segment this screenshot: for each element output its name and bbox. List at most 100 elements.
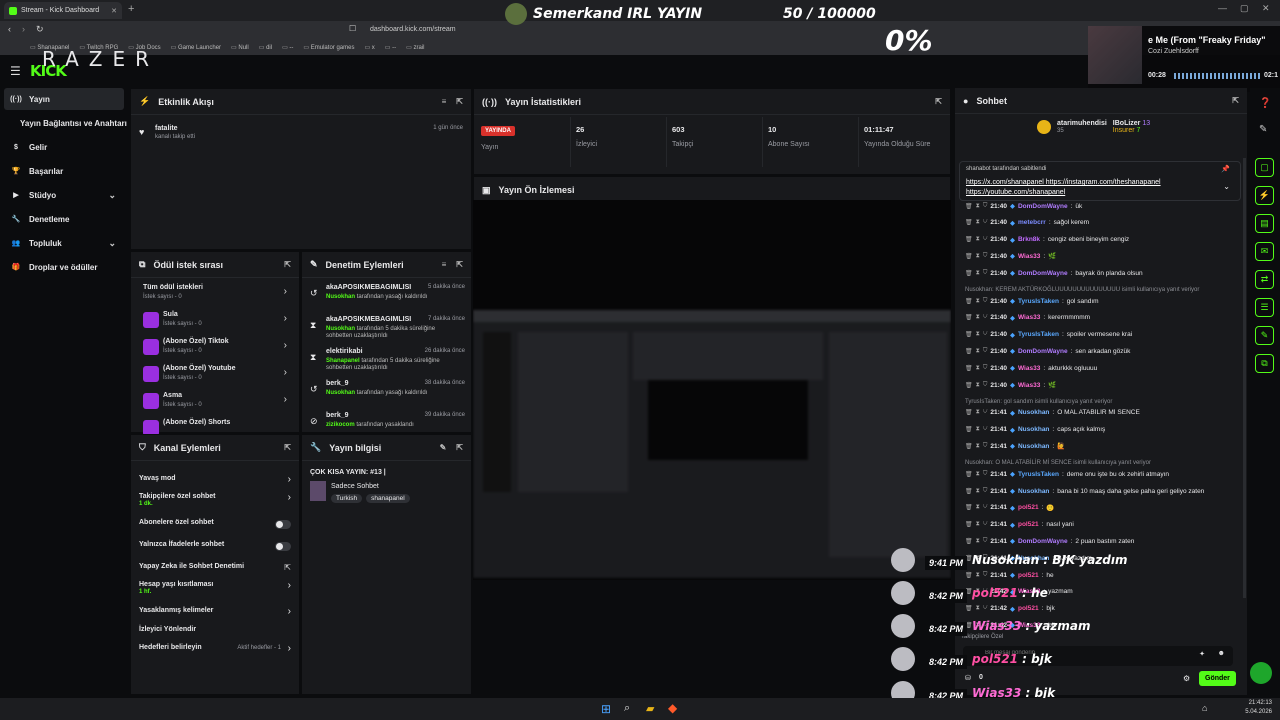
tag-chip[interactable]: Turkish [331,494,363,503]
filter-icon[interactable]: ≡ [442,97,447,106]
channel-action-item[interactable]: Yavaş mod › [139,474,291,491]
chevron-right-icon[interactable]: › [288,492,291,503]
message-user[interactable]: pol521 [1018,521,1039,528]
sidebar-item-7[interactable]: 🎁 Droplar ve ödüller [4,256,124,278]
popout-icon[interactable]: ⇱ [1232,96,1239,105]
sidebar-item-3[interactable]: 🏆 Başarılar [4,160,124,182]
kick-helper-icon[interactable] [1250,662,1272,684]
chat-message[interactable]: 🗑 ⧗ ⛉ 21:40 ◆ DomDomWayne: ük [965,202,1237,211]
timeout-icon[interactable]: ⧗ [976,382,980,389]
message-user[interactable]: TyrusIsTaken [1018,471,1059,478]
delete-icon[interactable]: 🗑 [965,219,973,226]
sidebar-item-4[interactable]: ▶ Stüdyo ⌄ [4,184,124,206]
ban-icon[interactable]: ⛉ [983,270,988,277]
forward-icon[interactable]: › [22,24,25,34]
sidebar-item-5[interactable]: 🔧 Denetleme [4,208,124,230]
ban-icon[interactable]: ⛉ [983,298,988,305]
timeout-icon[interactable]: ⧗ [976,219,980,226]
chevron-right-icon[interactable]: › [288,474,291,485]
channel-action-item[interactable]: Hedefleri belirleyin Aktif hedefler - 1 › [139,643,291,660]
clock-date[interactable]: 5.04.2026 [1212,709,1272,715]
bookmark-item[interactable]: Null [231,44,248,51]
rail-gift-icon[interactable]: ⧉ [1255,354,1274,373]
chat-message[interactable]: 🗑 ⧗ ⛉ 21:41 ◆ pol521: nasıl yani [965,521,1237,529]
chevron-down-icon[interactable]: ⌄ [108,190,116,201]
timeout-icon[interactable]: ⧗ [976,426,980,433]
bookmark-item[interactable]: dil [259,44,272,51]
delete-icon[interactable]: 🗑 [965,471,973,478]
reward-item[interactable]: Tüm ödül istekleri İstek sayısı - 0 › [139,284,291,308]
help-icon[interactable]: ❓ [1259,98,1271,109]
pinned-links[interactable]: https://x.com/shanapanel https://instagr… [966,178,1206,198]
timeout-icon[interactable]: ⧗ [976,236,980,243]
rail-list-icon[interactable]: ☰ [1255,298,1274,317]
channel-action-item[interactable]: Yapay Zeka ile Sohbet Denetimi ⇱ [139,563,291,579]
message-user[interactable]: Nusokhan [1018,443,1049,450]
timeout-icon[interactable]: ⧗ [976,488,980,495]
message-user[interactable]: DomDomWayne [1018,203,1068,210]
rail-swap-icon[interactable]: ⇄ [1255,270,1274,289]
ban-icon[interactable]: ⛉ [983,348,988,355]
channel-action-item[interactable]: Hesap yaşı kısıtlaması 1 hf. › [139,580,291,597]
folder-icon[interactable]: ▰ [646,702,654,715]
popout-icon[interactable]: ⇱ [456,260,463,269]
rail-screen-icon[interactable]: ▢ [1255,158,1274,177]
bookmark-item[interactable]: Game Launcher [171,44,221,51]
close-window-icon[interactable]: ✕ [1262,3,1270,14]
ban-icon[interactable]: ⛉ [983,572,988,579]
message-user[interactable]: Nusokhan [1018,488,1049,495]
bookmark-icon[interactable]: ☐ [349,24,356,33]
chevron-right-icon[interactable]: › [284,394,287,405]
emote-icon[interactable]: ✦ [1199,650,1205,658]
delete-icon[interactable]: 🗑 [965,253,973,260]
timeout-icon[interactable]: ⧗ [976,471,980,478]
chat-message[interactable]: 🗑 ⧗ ⛉ 21:40 ◆ DomDomWayne: bayrak ön planda ol… [965,269,1237,278]
ban-icon[interactable]: ⛉ [983,426,988,433]
new-tab-icon[interactable]: + [128,3,134,15]
delete-icon[interactable]: 🗑 [965,605,973,612]
chat-message[interactable]: 🗑 ⧗ ⛉ 21:40 ◆ Brkn8k: cengiz ebeni bineyim cen… [965,236,1237,244]
message-user[interactable]: DomDomWayne [1018,348,1068,355]
sidebar-item-1[interactable]: Yayın Bağlantısı ve Anahtarı [4,112,127,134]
sidebar-item-0[interactable]: ((·)) Yayın [4,88,124,110]
reward-item[interactable]: Sula İstek sayısı - 0 › [139,311,291,335]
reload-icon[interactable]: ↻ [36,24,44,35]
edit-icon[interactable]: ✎ [1259,124,1267,135]
message-user[interactable]: TyrusIsTaken [1018,331,1059,338]
url-input[interactable]: dashboard.kick.com/stream [362,24,512,36]
stream-preview[interactable] [473,200,951,580]
chevron-right-icon[interactable]: › [284,367,287,378]
delete-icon[interactable]: 🗑 [965,382,973,389]
popout-icon[interactable]: ⇱ [284,443,291,452]
message-user[interactable]: Wias33 [1018,253,1040,260]
reward-item[interactable]: Asma İstek sayısı - 0 › [139,392,291,416]
popout-icon[interactable]: ⇱ [456,443,463,452]
popout-icon[interactable]: ⇱ [284,260,291,269]
timeout-icon[interactable]: ⧗ [976,605,980,612]
channel-action-item[interactable]: İzleyici Yönlendir [139,626,291,642]
ban-icon[interactable]: ⛉ [983,365,988,372]
chat-message[interactable]: 🗑 ⧗ ⛉ 21:42 ◆ pol521: bjk [965,605,1237,613]
gear-icon[interactable]: ⚙ [1183,674,1190,683]
message-user[interactable]: DomDomWayne [1018,270,1068,277]
delete-icon[interactable]: 🗑 [965,521,973,528]
ban-icon[interactable]: ⛉ [983,382,988,389]
channel-action-item[interactable]: Takipçilere özel sohbet 1 dk. › [139,492,291,509]
chevron-down-icon[interactable]: ⌄ [1223,182,1230,191]
chat-message[interactable]: 🗑 ⧗ ⛉ 21:40 ◆ TyrusIsTaken: gol sandım [965,297,1237,306]
ban-icon[interactable]: ⛉ [983,236,988,243]
timeout-icon[interactable]: ⧗ [976,270,980,277]
popout-icon[interactable]: ⇱ [456,97,463,106]
rail-bolt-icon[interactable]: ⚡ [1255,186,1274,205]
send-button[interactable]: Gönder [1199,671,1236,686]
channel-action-item[interactable]: Abonelere özel sohbet [139,519,291,535]
reward-item[interactable]: (Abone Özel) Youtube İstek sayısı - 0 › [139,365,291,389]
rail-wrench-icon[interactable]: ✎ [1255,326,1274,345]
maximize-icon[interactable]: ▢ [1240,3,1249,14]
chat-message[interactable]: 🗑 ⧗ ⛉ 21:40 ◆ DomDomWayne: sen arkadan gözük [965,347,1237,356]
bookmark-item[interactable]: -- [385,44,396,51]
chat-message[interactable]: 🗑 ⧗ ⛉ 21:41 ◆ pol521: 🙂 [965,504,1237,512]
ban-icon[interactable]: ⛉ [983,219,988,226]
chevron-right-icon[interactable]: › [288,606,291,617]
back-icon[interactable]: ‹ [8,24,11,34]
